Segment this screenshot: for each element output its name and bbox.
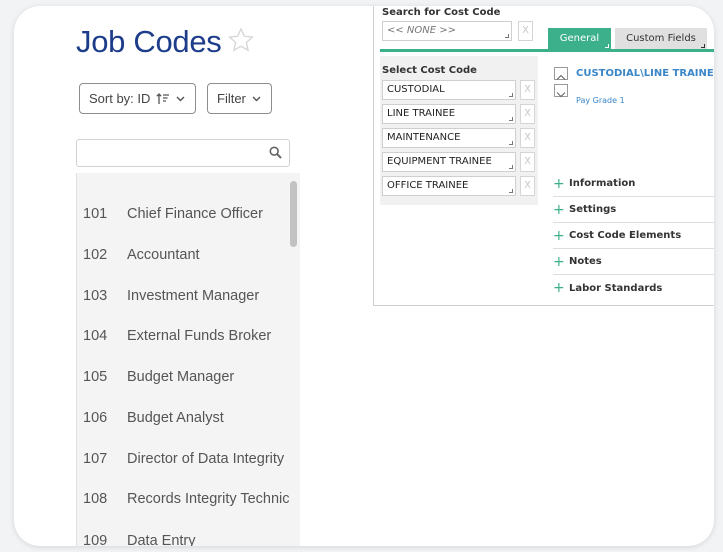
dropdown-value: LINE TRAINEE — [387, 108, 456, 119]
job-code-id: 102 — [83, 247, 108, 263]
section-notes[interactable]: + Notes — [553, 249, 714, 275]
job-code-name: Chief Finance Officer — [127, 206, 263, 222]
resize-grip-icon — [509, 165, 513, 169]
job-code-id: 105 — [83, 369, 108, 385]
job-code-row[interactable]: 109 Data Entry — [77, 521, 297, 546]
select-cost-code-label: Select Cost Code — [382, 65, 477, 76]
job-code-id: 101 — [83, 206, 108, 222]
filter-label: Filter — [217, 91, 246, 106]
job-code-row[interactable]: 108 Records Integrity Technic — [77, 479, 297, 519]
job-code-row[interactable]: 103 Investment Manager — [77, 276, 297, 316]
clear-cost-code-button[interactable]: X — [520, 104, 535, 124]
job-code-name: Investment Manager — [127, 288, 260, 304]
filter-button[interactable]: Filter — [207, 83, 272, 114]
chevron-up-icon — [556, 74, 566, 80]
search-cost-code-dropdown[interactable]: << NONE >> — [382, 21, 512, 41]
tab-label: General — [559, 33, 600, 44]
dropdown-value: CUSTODIAL — [387, 84, 445, 95]
job-code-id: 106 — [83, 410, 108, 426]
expand-plus-icon: + — [553, 201, 565, 218]
job-code-id: 104 — [83, 328, 108, 344]
search-icon[interactable] — [269, 146, 282, 164]
select-cost-code-area: Select Cost Code CUSTODIAL X LINE TRAINE… — [380, 56, 538, 205]
sort-order-icon — [156, 92, 170, 105]
cost-code-dropdown[interactable]: MAINTENANCE — [382, 128, 516, 148]
tab-underline — [380, 49, 714, 52]
job-code-row[interactable]: 107 Director of Data Integrity — [77, 439, 297, 479]
chevron-down-icon — [556, 92, 566, 98]
sort-label: Sort by: ID — [89, 91, 151, 106]
tab-general[interactable]: General — [548, 28, 611, 50]
tab-custom-fields[interactable]: Custom Fields — [615, 28, 707, 50]
resize-grip-icon — [509, 141, 513, 145]
chevron-down-icon — [252, 96, 261, 102]
clear-cost-code-button[interactable]: X — [520, 80, 535, 100]
clear-cost-code-button[interactable]: X — [520, 128, 535, 148]
job-code-row[interactable]: 101 Chief Finance Officer — [77, 194, 297, 234]
favorite-star-icon[interactable] — [227, 26, 255, 54]
resize-grip-icon — [505, 34, 509, 38]
selected-cost-code-title: CUSTODIAL\LINE TRAINEE\ — [576, 68, 714, 79]
clear-cost-code-button[interactable]: X — [520, 152, 535, 172]
job-code-list: 101 Chief Finance Officer 102 Accountant… — [76, 173, 300, 546]
job-code-name: Budget Analyst — [127, 410, 224, 426]
section-settings[interactable]: + Settings — [553, 197, 714, 223]
job-code-search — [76, 139, 290, 167]
job-code-id: 103 — [83, 288, 108, 304]
tab-label: Custom Fields — [626, 33, 696, 44]
move-down-button[interactable] — [554, 84, 568, 98]
search-cost-code-label: Search for Cost Code — [382, 7, 501, 18]
cost-code-dropdown[interactable]: OFFICE TRAINEE — [382, 176, 516, 196]
job-codes-card: Job Codes Sort by: ID Filter 101 Chief F… — [14, 6, 714, 546]
job-code-row[interactable]: 104 External Funds Broker — [77, 316, 297, 356]
list-scrollbar[interactable] — [290, 181, 297, 247]
clear-cost-code-button[interactable]: X — [520, 176, 535, 196]
sort-button[interactable]: Sort by: ID — [79, 83, 196, 114]
resize-grip-icon — [509, 93, 513, 97]
cost-code-dropdown[interactable]: EQUIPMENT TRAINEE — [382, 152, 516, 172]
expand-plus-icon: + — [553, 280, 565, 296]
job-code-name: External Funds Broker — [127, 328, 272, 344]
move-up-button[interactable] — [554, 67, 568, 80]
job-code-name: Budget Manager — [127, 369, 235, 385]
job-code-name: Records Integrity Technic — [127, 491, 290, 507]
section-label: Notes — [569, 256, 602, 267]
expand-plus-icon: + — [553, 175, 565, 192]
resize-grip-icon — [509, 117, 513, 121]
cost-code-panel: Search for Cost Code << NONE >> X Genera… — [373, 6, 714, 306]
resize-grip-icon — [509, 189, 513, 193]
expand-plus-icon: + — [553, 227, 565, 244]
resize-grip-icon — [605, 44, 609, 48]
cost-code-dropdown[interactable]: LINE TRAINEE — [382, 104, 516, 124]
section-label: Cost Code Elements — [569, 230, 682, 241]
cost-code-dropdown[interactable]: CUSTODIAL — [382, 80, 516, 100]
clear-search-button[interactable]: X — [518, 21, 533, 41]
section-information[interactable]: + Information — [553, 171, 714, 197]
job-code-id: 109 — [83, 533, 108, 546]
search-input[interactable] — [81, 141, 261, 165]
section-cost-code-elements[interactable]: + Cost Code Elements — [553, 223, 714, 249]
expand-plus-icon: + — [553, 253, 565, 270]
resize-grip-icon — [701, 44, 705, 48]
page-title: Job Codes — [76, 24, 222, 59]
dropdown-value: MAINTENANCE — [387, 132, 461, 143]
section-labor-standards[interactable]: + Labor Standards — [553, 275, 714, 301]
dropdown-value: OFFICE TRAINEE — [387, 180, 469, 191]
job-code-name: Accountant — [127, 247, 200, 263]
section-label: Settings — [569, 204, 617, 215]
chevron-down-icon — [176, 96, 185, 102]
job-code-id: 108 — [83, 491, 108, 507]
job-code-name: Director of Data Integrity — [127, 451, 285, 467]
job-code-row[interactable]: 105 Budget Manager — [77, 357, 297, 397]
section-label: Labor Standards — [569, 282, 663, 294]
section-label: Information — [569, 178, 636, 189]
job-code-id: 107 — [83, 451, 108, 467]
dropdown-value: << NONE >> — [387, 25, 457, 36]
job-code-row[interactable]: 102 Accountant — [77, 235, 297, 275]
job-code-name: Data Entry — [127, 533, 196, 546]
job-code-row[interactable]: 106 Budget Analyst — [77, 398, 297, 438]
pay-grade-link[interactable]: Pay Grade 1 — [576, 96, 625, 105]
dropdown-value: EQUIPMENT TRAINEE — [387, 156, 492, 167]
